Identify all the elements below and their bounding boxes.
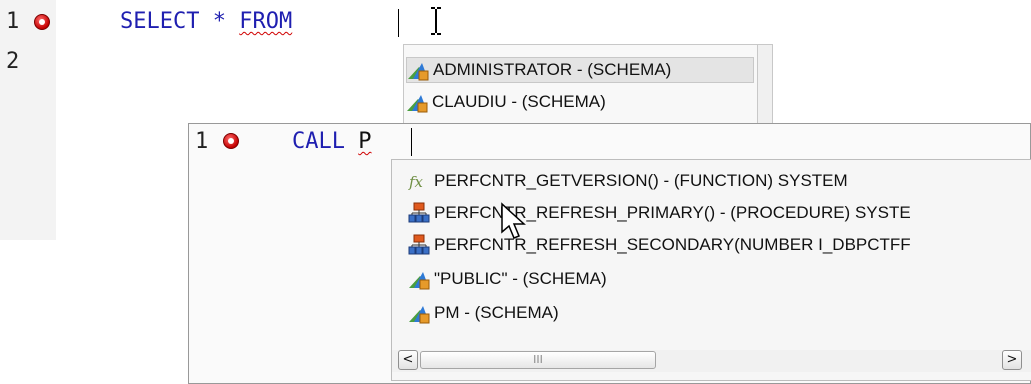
line-number-1: 1 — [6, 9, 20, 34]
completion-item-perfcntr-refresh-secondary[interactable]: PERFCNTR_REFRESH_SECONDARY(NUMBER I_DBPC… — [408, 232, 911, 258]
schema-icon — [408, 268, 430, 290]
completion-item-public[interactable]: "PUBLIC" - (SCHEMA) — [408, 266, 607, 292]
inner-code-line[interactable]: CALL P — [292, 130, 371, 154]
svg-text:fx: fx — [408, 173, 424, 191]
scrollbar-thumb[interactable]: III — [420, 351, 656, 369]
error-icon — [223, 133, 239, 149]
sql-call-keyword: CALL — [292, 129, 345, 154]
function-icon: fx — [408, 170, 430, 192]
completion-label: CLAUDIU - (SCHEMA) — [432, 92, 606, 111]
completion-label: "PUBLIC" - (SCHEMA) — [434, 269, 607, 288]
completion-item-perfcntr-refresh-primary[interactable]: PERFCNTR_REFRESH_PRIMARY() - (PROCEDURE)… — [408, 200, 911, 226]
procedure-icon — [408, 202, 430, 224]
code-line-1[interactable]: SELECT * FROM — [120, 10, 292, 34]
autocomplete-popup-inner[interactable]: fx PERFCNTR_GETVERSION() - (FUNCTION) SY… — [391, 159, 1031, 381]
scroll-left-button[interactable]: < — [398, 350, 418, 370]
typed-text: P — [358, 129, 372, 154]
error-icon — [34, 14, 50, 30]
mouse-pointer-icon — [501, 202, 526, 239]
schema-icon — [408, 302, 430, 324]
procedure-icon — [408, 234, 430, 256]
ibeam-cursor-icon — [431, 7, 441, 35]
horizontal-scrollbar[interactable]: < III > — [392, 350, 1031, 372]
completion-label: PM - (SCHEMA) — [434, 303, 559, 322]
completion-label: PERFCNTR_GETVERSION() - (FUNCTION) SYSTE… — [434, 171, 848, 190]
sql-from-keyword: FROM — [239, 9, 293, 34]
completion-item-administrator[interactable]: ADMINISTRATOR - (SCHEMA) — [406, 57, 754, 83]
vertical-scrollbar[interactable] — [757, 45, 772, 133]
text-cursor — [398, 9, 399, 37]
schema-icon — [406, 91, 428, 113]
schema-icon — [407, 59, 429, 81]
sql-select-keyword: SELECT * — [120, 9, 240, 34]
inner-text-cursor — [411, 128, 412, 156]
scroll-right-button[interactable]: > — [1002, 350, 1022, 370]
completion-item-pm[interactable]: PM - (SCHEMA) — [408, 300, 559, 326]
line-gutter — [0, 0, 56, 240]
autocomplete-popup-outer[interactable]: ADMINISTRATOR - (SCHEMA) CLAUDIU - (SCHE… — [403, 44, 773, 134]
completion-item-claudiu[interactable]: CLAUDIU - (SCHEMA) — [406, 89, 754, 115]
line-number-2: 2 — [6, 49, 20, 74]
completion-item-perfcntr-getversion[interactable]: fx PERFCNTR_GETVERSION() - (FUNCTION) SY… — [408, 168, 848, 194]
completion-label: ADMINISTRATOR - (SCHEMA) — [433, 60, 672, 79]
inner-line-number: 1 — [195, 129, 209, 154]
